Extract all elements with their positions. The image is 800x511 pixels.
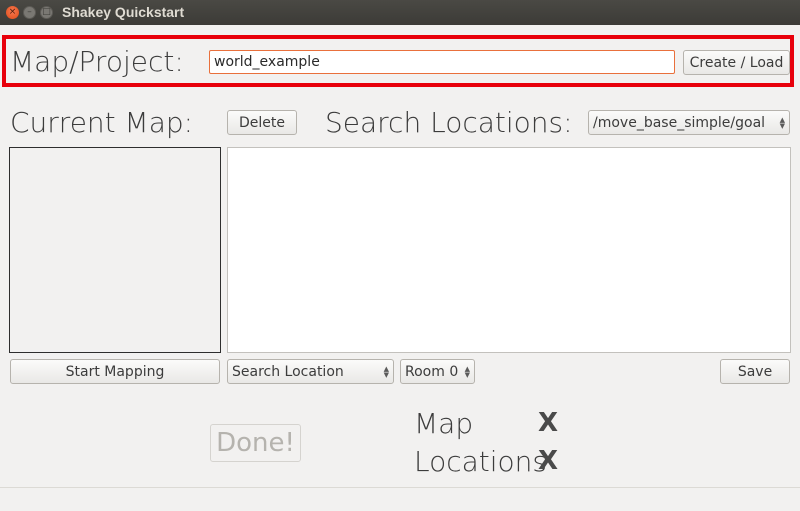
current-map-label: Current Map: — [10, 106, 194, 139]
location-type-select[interactable]: Search Location ▲ ▼ — [227, 359, 394, 384]
topic-select[interactable]: /move_base_simple/goal ▲ ▼ — [588, 110, 790, 135]
location-type-value: Search Location — [232, 363, 344, 380]
create-load-button[interactable]: Create / Load — [683, 50, 790, 75]
close-icon: × — [8, 7, 17, 17]
map-project-label: Map/Project: — [10, 45, 184, 78]
locations-list[interactable] — [227, 147, 791, 353]
title-bar: × – □ Shakey Quickstart — [0, 0, 800, 25]
topic-select-value: /move_base_simple/goal — [593, 114, 766, 131]
map-status-label: Map — [414, 407, 474, 440]
locations-status-label: Locations — [414, 445, 548, 478]
map-status-x-icon: X — [538, 408, 559, 438]
maximize-icon: □ — [42, 7, 51, 17]
window-maximize-button[interactable]: □ — [40, 6, 53, 19]
start-mapping-button[interactable]: Start Mapping — [10, 359, 220, 384]
delete-button[interactable]: Delete — [227, 110, 297, 135]
map-view — [9, 147, 221, 353]
updown-arrows-icon: ▲ ▼ — [779, 115, 785, 130]
save-button[interactable]: Save — [720, 359, 790, 384]
updown-arrows-icon: ▲ ▼ — [383, 364, 389, 379]
updown-arrows-icon: ▲ ▼ — [464, 364, 470, 379]
minimize-icon: – — [27, 7, 32, 17]
map-project-input[interactable] — [209, 50, 675, 74]
done-button[interactable]: Done! — [210, 424, 301, 462]
window-title: Shakey Quickstart — [62, 4, 185, 20]
window-minimize-button[interactable]: – — [23, 6, 36, 19]
room-select[interactable]: Room 0 ▲ ▼ — [400, 359, 475, 384]
search-locations-label: Search Locations: — [325, 106, 573, 139]
window-close-button[interactable]: × — [6, 6, 19, 19]
room-select-value: Room 0 — [405, 363, 459, 380]
status-bar — [0, 487, 800, 511]
locations-status-x-icon: X — [538, 446, 559, 476]
